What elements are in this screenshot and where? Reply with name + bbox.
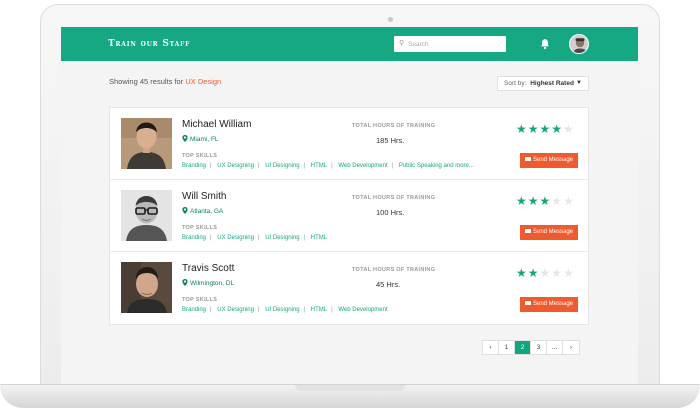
star-icon: ★ [563, 122, 575, 136]
skills-list: Branding | UX Designing | UI Designing | HT… [182, 163, 474, 169]
star-icon: ★ [539, 122, 552, 136]
page-button[interactable]: 2 [515, 341, 531, 354]
skills-heading: TOP SKILLS [182, 153, 218, 159]
laptop-notch [295, 385, 405, 391]
location-text: Wilmington, DL [190, 280, 235, 287]
hours-value: 100 Hrs. [376, 208, 405, 217]
pagination: ‹ 1 2 3 ... › [482, 340, 580, 355]
staff-location: Wilmington, DL [182, 279, 234, 287]
star-icon: ★ [539, 266, 552, 280]
star-icon: ★ [551, 194, 564, 208]
profile-photo [121, 190, 172, 241]
bell-icon[interactable] [540, 38, 550, 50]
skill-tag[interactable]: HTML [311, 163, 327, 169]
skill-tag[interactable]: Branding [182, 307, 206, 313]
location-pin-icon [182, 279, 188, 286]
page-button[interactable]: ... [547, 341, 563, 354]
star-icon: ★ [551, 122, 564, 136]
staff-card: Travis Scott Wilmington, DL TOP SKILLS B… [110, 252, 588, 324]
staff-name[interactable]: Travis Scott [182, 263, 234, 274]
search-icon: ⚲ [399, 40, 405, 47]
profile-photo [121, 262, 172, 313]
skill-tag[interactable]: UI Designing [265, 307, 299, 313]
skill-tag[interactable]: HTML [311, 307, 327, 313]
caret-down-icon: ▼ [576, 80, 582, 86]
results-query: UX Design [185, 77, 222, 86]
user-avatar[interactable] [569, 34, 589, 54]
staff-card: Will Smith Atlanta, GA TOP SKILLS Brandi… [110, 180, 588, 252]
star-rating: ★★★★★ [516, 123, 575, 135]
location-pin-icon [182, 207, 188, 214]
sort-dropdown[interactable]: Sort by: Highest Rated ▼ [497, 76, 589, 91]
hours-heading: TOTAL HOURS OF TRAINING [352, 267, 436, 273]
hours-heading: TOTAL HOURS OF TRAINING [352, 123, 436, 129]
send-message-button[interactable]: Send Message [520, 153, 578, 168]
star-icon: ★ [527, 122, 540, 136]
skill-tag[interactable]: Public Speaking and more... [399, 163, 474, 169]
results-prefix: Showing 45 results for [109, 77, 184, 86]
skill-tag[interactable]: Branding [182, 163, 206, 169]
skills-heading: TOP SKILLS [182, 297, 218, 303]
location-pin-icon [182, 135, 188, 142]
envelope-icon [524, 157, 531, 161]
staff-location: Miami, FL [182, 135, 219, 143]
results-summary: Showing 45 results for UX Design [109, 77, 221, 86]
page-button[interactable]: 3 [531, 341, 547, 354]
skill-tag[interactable]: HTML [311, 235, 327, 241]
staff-name[interactable]: Michael William [182, 119, 251, 130]
camera-dot [388, 17, 393, 22]
page-button[interactable]: 1 [499, 341, 515, 354]
profile-photo [121, 118, 172, 169]
send-message-label: Send Message [532, 301, 574, 307]
star-icon: ★ [563, 194, 575, 208]
staff-location: Atlanta, GA [182, 207, 223, 215]
search-input[interactable] [408, 36, 504, 52]
send-message-button[interactable]: Send Message [520, 225, 578, 240]
star-icon: ★ [516, 122, 528, 136]
skills-heading: TOP SKILLS [182, 225, 218, 231]
skill-tag[interactable]: UX Designing [217, 163, 254, 169]
location-text: Miami, FL [190, 136, 219, 143]
star-icon: ★ [527, 266, 540, 280]
hours-value: 45 Hrs. [376, 280, 401, 289]
star-icon: ★ [516, 194, 528, 208]
send-message-label: Send Message [532, 229, 574, 235]
screen: Train our Staff ⚲ Showing 45 results for… [61, 27, 638, 384]
laptop-base [0, 384, 700, 408]
star-icon: ★ [563, 266, 575, 280]
next-page-button[interactable]: › [563, 341, 579, 354]
skill-tag[interactable]: UI Designing [265, 235, 299, 241]
staff-card: Michael William Miami, FL TOP SKILLS Bra… [110, 108, 588, 180]
prev-page-button[interactable]: ‹ [483, 341, 499, 354]
star-icon: ★ [551, 266, 564, 280]
location-text: Atlanta, GA [190, 208, 224, 215]
envelope-icon [524, 301, 531, 305]
header-bar: Train our Staff ⚲ [61, 27, 638, 61]
send-message-label: Send Message [532, 157, 574, 163]
hours-heading: TOTAL HOURS OF TRAINING [352, 195, 436, 201]
app-logo[interactable]: Train our Staff [108, 39, 190, 49]
staff-name[interactable]: Will Smith [182, 191, 226, 202]
skill-tag[interactable]: UI Designing [265, 163, 299, 169]
results-list: Michael William Miami, FL TOP SKILLS Bra… [109, 107, 589, 325]
star-icon: ★ [539, 194, 552, 208]
star-rating: ★★★★★ [516, 267, 575, 279]
skills-list: Branding | UX Designing | UI Designing | HT… [182, 235, 328, 241]
send-message-button[interactable]: Send Message [520, 297, 578, 312]
sort-label: Sort by: [504, 80, 527, 87]
hours-value: 185 Hrs. [376, 136, 405, 145]
star-icon: ★ [527, 194, 540, 208]
skill-tag[interactable]: UX Designing [217, 307, 254, 313]
envelope-icon [524, 229, 531, 233]
star-rating: ★★★★★ [516, 195, 575, 207]
skill-tag[interactable]: Web Development [338, 163, 387, 169]
skill-tag[interactable]: Branding [182, 235, 206, 241]
search-box[interactable]: ⚲ [394, 36, 506, 52]
skill-tag[interactable]: UX Designing [217, 235, 254, 241]
sort-value: Highest Rated [530, 80, 574, 87]
skills-list: Branding | UX Designing | UI Designing | HT… [182, 307, 388, 313]
star-icon: ★ [516, 266, 528, 280]
skill-tag[interactable]: Web Development [338, 307, 387, 313]
